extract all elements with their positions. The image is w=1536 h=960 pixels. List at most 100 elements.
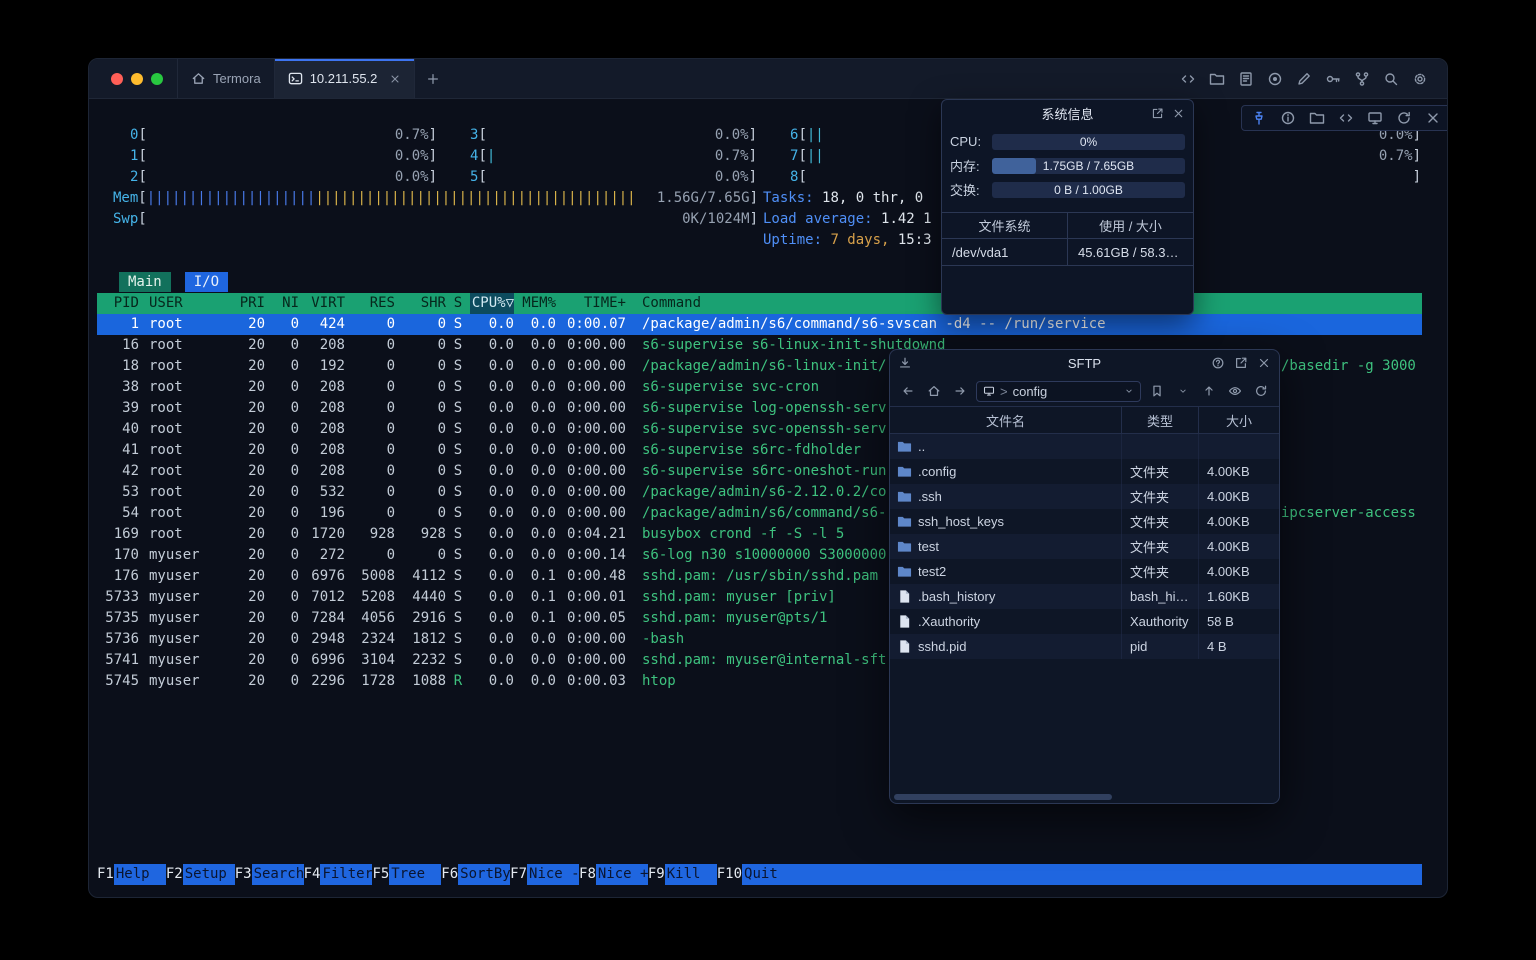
file-name-cell: .config [890, 459, 1122, 484]
file-type-cell: 文件夹 [1122, 484, 1199, 509]
tab-home[interactable]: Termora [177, 59, 274, 98]
column-header-state[interactable]: S [446, 293, 470, 314]
fkey-f1[interactable]: F1 [97, 864, 114, 885]
forward-icon[interactable] [950, 381, 970, 401]
column-header-cpu-sorted[interactable]: CPU%▽ [470, 293, 514, 314]
column-header-type[interactable]: 类型 [1122, 407, 1199, 433]
scrollbar-thumb[interactable] [894, 794, 1112, 800]
column-header-res[interactable]: RES [345, 293, 395, 314]
fkey-label-f2[interactable]: Setup [183, 864, 235, 885]
process-row[interactable]: 1root20042400S0.00.00:00.07/package/admi… [97, 314, 1422, 335]
fkey-label-f10[interactable]: Quit [742, 864, 794, 885]
fkey-label-f5[interactable]: Tree [389, 864, 441, 885]
file-row[interactable]: ssh_host_keys文件夹4.00KB [890, 509, 1279, 534]
file-name-cell: .bash_history [890, 584, 1122, 609]
home-icon[interactable] [924, 381, 944, 401]
close-icon[interactable] [1172, 107, 1185, 120]
file-type-cell: pid [1122, 634, 1199, 659]
info-icon[interactable] [1279, 109, 1297, 127]
file-size-cell: 4.00KB [1199, 534, 1279, 559]
column-header-user[interactable]: USER [139, 293, 213, 314]
tab-close-icon[interactable] [389, 73, 401, 85]
bookmark-dropdown-icon[interactable] [1173, 381, 1193, 401]
column-header-pid[interactable]: PID [97, 293, 139, 314]
file-row[interactable]: test2文件夹4.00KB [890, 559, 1279, 584]
code-icon[interactable] [1179, 70, 1197, 88]
memory-meter: Mem[||||||||||||||||||||||||||||||||||||… [113, 188, 758, 209]
edit-icon[interactable] [1295, 70, 1313, 88]
path-breadcrumb[interactable]: > config [976, 381, 1141, 402]
log-icon[interactable] [1237, 70, 1255, 88]
zoom-window-button[interactable] [151, 73, 163, 85]
minimize-window-button[interactable] [131, 73, 143, 85]
fkey-f2[interactable]: F2 [166, 864, 183, 885]
file-type-cell: 文件夹 [1122, 509, 1199, 534]
close-window-button[interactable] [111, 73, 123, 85]
column-header-virt[interactable]: VIRT [299, 293, 345, 314]
filesystem-table-header: 文件系统 使用 / 大小 [942, 213, 1193, 239]
refresh-icon[interactable] [1395, 109, 1413, 127]
fkey-f3[interactable]: F3 [235, 864, 252, 885]
open-in-window-icon[interactable] [1151, 107, 1164, 120]
key-icon[interactable] [1324, 70, 1342, 88]
column-header-filename[interactable]: 文件名 [890, 407, 1122, 433]
pin-icon[interactable] [1250, 109, 1268, 127]
fkey-f4[interactable]: F4 [304, 864, 321, 885]
fkey-f9[interactable]: F9 [648, 864, 665, 885]
column-header-time[interactable]: TIME+ [556, 293, 626, 314]
fkey-label-f7[interactable]: Nice - [527, 864, 579, 885]
file-name-cell: test2 [890, 559, 1122, 584]
fkey-f6[interactable]: F6 [441, 864, 458, 885]
tab-session[interactable]: 10.211.55.2 [274, 59, 416, 98]
back-icon[interactable] [898, 381, 918, 401]
chevron-down-icon[interactable] [1124, 386, 1134, 396]
show-hidden-eye-icon[interactable] [1225, 381, 1245, 401]
code-icon[interactable] [1337, 109, 1355, 127]
up-directory-icon[interactable] [1199, 381, 1219, 401]
fkey-label-f1[interactable]: Help [114, 864, 166, 885]
fkey-label-f3[interactable]: Search [252, 864, 304, 885]
file-row[interactable]: .bash_historybash_hi…1.60KB [890, 584, 1279, 609]
column-header-size[interactable]: 大小 [1199, 407, 1279, 433]
column-header-ni[interactable]: NI [265, 293, 299, 314]
htop-tab-main[interactable]: Main [119, 272, 171, 292]
memory-meter-line: Mem[||||||||||||||||||||||||||||||||||||… [113, 188, 758, 209]
settings-icon[interactable] [1411, 70, 1429, 88]
display-icon[interactable] [1366, 109, 1384, 127]
fkey-label-f4[interactable]: Filter [320, 864, 372, 885]
fkey-f5[interactable]: F5 [372, 864, 389, 885]
fkey-f10[interactable]: F10 [717, 864, 742, 885]
folder-icon[interactable] [1208, 70, 1226, 88]
search-icon[interactable] [1382, 70, 1400, 88]
help-icon[interactable] [1211, 356, 1225, 370]
fkey-label-f9[interactable]: Kill [665, 864, 717, 885]
new-tab-button[interactable] [415, 59, 451, 98]
open-in-window-icon[interactable] [1234, 356, 1248, 370]
fkey-f7[interactable]: F7 [510, 864, 527, 885]
file-row[interactable]: test文件夹4.00KB [890, 534, 1279, 559]
close-icon[interactable] [1257, 356, 1271, 370]
column-header-pri[interactable]: PRI [213, 293, 265, 314]
branch-icon[interactable] [1353, 70, 1371, 88]
refresh-icon[interactable] [1251, 381, 1271, 401]
download-icon[interactable] [898, 350, 912, 376]
column-header-shr[interactable]: SHR [395, 293, 446, 314]
record-icon[interactable] [1266, 70, 1284, 88]
system-info-title: 系统信息 [1041, 104, 1093, 123]
bookmark-icon[interactable] [1147, 381, 1167, 401]
fkey-f8[interactable]: F8 [579, 864, 596, 885]
htop-tab-io[interactable]: I/O [185, 272, 228, 292]
file-row[interactable]: .ssh文件夹4.00KB [890, 484, 1279, 509]
fkey-label-f6[interactable]: SortBy [458, 864, 510, 885]
column-header-mem[interactable]: MEM% [514, 293, 556, 314]
file-row[interactable]: sshd.pidpid4 B [890, 634, 1279, 659]
close-icon[interactable] [1424, 109, 1442, 127]
cpu-meter-1: 1[0.0%] [113, 146, 437, 167]
file-row[interactable]: .config文件夹4.00KB [890, 459, 1279, 484]
file-row[interactable]: .XauthorityXauthority58 B [890, 609, 1279, 634]
swap-usage-bar: 0 B / 1.00GB [992, 182, 1185, 198]
folder-icon[interactable] [1308, 109, 1326, 127]
fkey-label-f8[interactable]: Nice + [596, 864, 648, 885]
file-row[interactable]: .. [890, 434, 1279, 459]
uptime-summary: Uptime: 7 days, 15:3 [763, 230, 932, 251]
